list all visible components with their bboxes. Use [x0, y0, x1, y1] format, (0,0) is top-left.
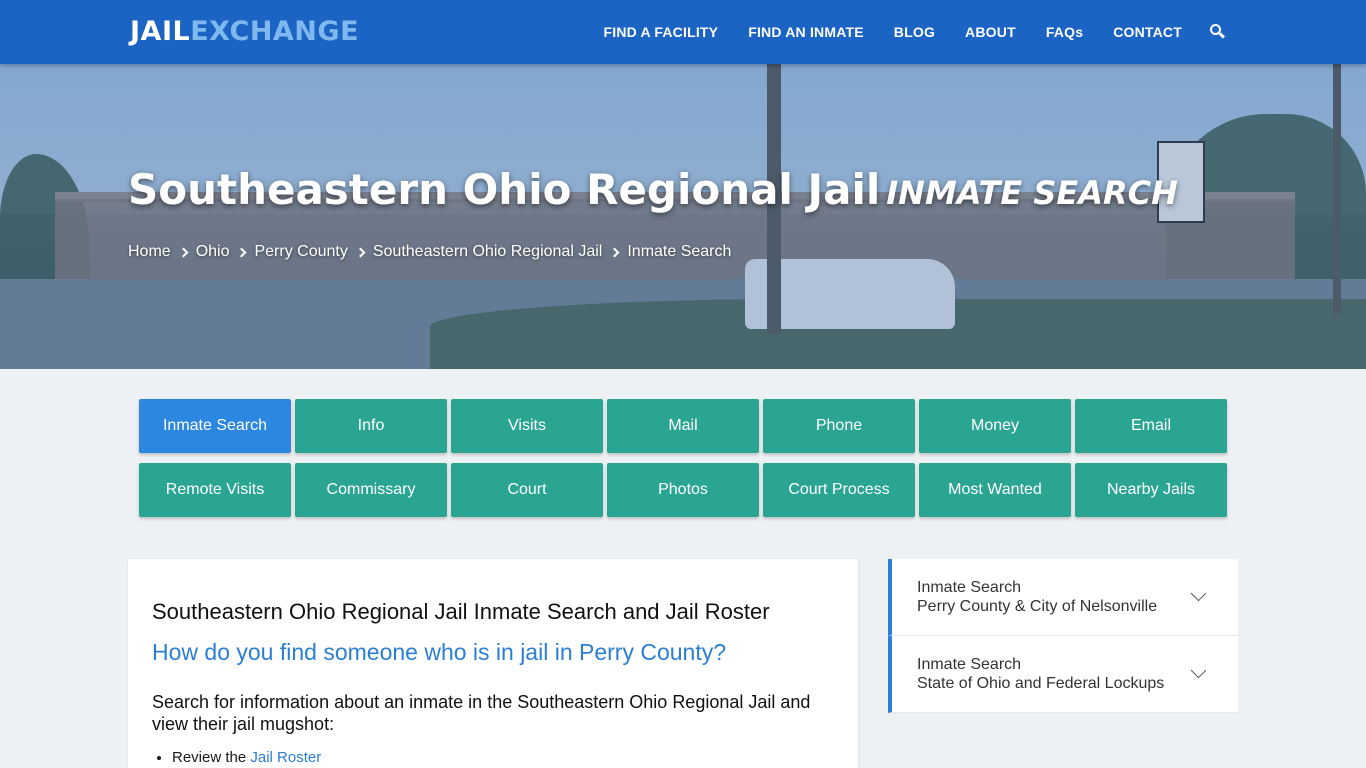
- content-heading: Southeastern Ohio Regional Jail Inmate S…: [152, 599, 770, 624]
- chevron-right-icon: [355, 247, 366, 257]
- breadcrumb-perry-county[interactable]: Perry County: [254, 243, 347, 261]
- breadcrumb-home[interactable]: Home: [128, 243, 171, 261]
- search-icon[interactable]: [1210, 24, 1226, 40]
- breadcrumb: Home Ohio Perry County Southeastern Ohio…: [128, 243, 731, 261]
- accordion-item-state-federal[interactable]: Inmate Search State of Ohio and Federal …: [888, 636, 1238, 713]
- page-title-sub: Inmate Search: [886, 174, 1178, 212]
- button-phone[interactable]: Phone: [763, 399, 915, 453]
- button-court[interactable]: Court: [451, 463, 603, 517]
- nav-find-facility[interactable]: FIND A FACILITY: [603, 24, 718, 40]
- logo-jail: JAIL: [130, 16, 191, 47]
- section-button-grid: Inmate Search Info Visits Mail Phone Mon…: [139, 399, 1227, 517]
- logo-exchange: EXCHANGE: [190, 16, 360, 47]
- button-most-wanted[interactable]: Most Wanted: [919, 463, 1071, 517]
- button-court-process[interactable]: Court Process: [763, 463, 915, 517]
- accordion-title: Inmate Search: [917, 579, 1022, 596]
- button-commissary[interactable]: Commissary: [295, 463, 447, 517]
- accordion-subtitle: Perry County & City of Nelsonville: [917, 598, 1158, 615]
- breadcrumb-ohio[interactable]: Ohio: [196, 243, 230, 261]
- main-content-card: Southeastern Ohio Regional Jail Inmate S…: [128, 559, 858, 768]
- nav-blog[interactable]: BLOG: [894, 24, 935, 40]
- button-remote-visits[interactable]: Remote Visits: [139, 463, 291, 517]
- list-item: Review the Jail Roster: [172, 749, 834, 766]
- jail-roster-link[interactable]: Jail Roster: [250, 749, 321, 766]
- content-intro: Search for information about an inmate i…: [152, 692, 811, 734]
- breadcrumb-jail[interactable]: Southeastern Ohio Regional Jail: [373, 243, 602, 261]
- button-nearby-jails[interactable]: Nearby Jails: [1075, 463, 1227, 517]
- site-logo[interactable]: JAILEXCHANGE: [130, 16, 359, 47]
- main-nav: FIND A FACILITY FIND AN INMATE BLOG ABOU…: [573, 0, 1226, 64]
- hero-overlay: [0, 64, 1366, 369]
- chevron-right-icon: [237, 247, 247, 257]
- button-mail[interactable]: Mail: [607, 399, 759, 453]
- content-list: Review the Jail Roster: [172, 749, 834, 766]
- accordion-subtitle: State of Ohio and Federal Lockups: [917, 675, 1165, 692]
- button-money[interactable]: Money: [919, 399, 1071, 453]
- button-visits[interactable]: Visits: [451, 399, 603, 453]
- sidebar-accordion: Inmate Search Perry County & City of Nel…: [888, 559, 1238, 713]
- nav-about[interactable]: ABOUT: [965, 24, 1016, 40]
- button-info[interactable]: Info: [295, 399, 447, 453]
- chevron-down-icon[interactable]: [1190, 585, 1207, 602]
- nav-find-inmate[interactable]: FIND AN INMATE: [748, 24, 864, 40]
- list-item-text: Review the: [172, 749, 247, 766]
- chevron-down-icon[interactable]: [1190, 662, 1207, 679]
- button-inmate-search[interactable]: Inmate Search: [139, 399, 291, 453]
- chevron-right-icon: [178, 247, 189, 257]
- top-navigation-bar: JAILEXCHANGE FIND A FACILITY FIND AN INM…: [0, 0, 1366, 64]
- breadcrumb-current: Inmate Search: [627, 243, 732, 260]
- nav-faqs[interactable]: FAQs: [1046, 24, 1083, 40]
- page-title-main: Southeastern Ohio Regional Jail: [128, 165, 881, 214]
- button-photos[interactable]: Photos: [607, 463, 759, 517]
- accordion-title: Inmate Search: [917, 656, 1022, 673]
- accordion-item-perry-county[interactable]: Inmate Search Perry County & City of Nel…: [888, 559, 1238, 636]
- chevron-right-icon: [609, 247, 620, 257]
- nav-contact[interactable]: CONTACT: [1113, 24, 1182, 40]
- content-question: How do you find someone who is in jail i…: [152, 639, 727, 665]
- hero-banner: Southeastern Ohio Regional Jail Inmate Se…: [0, 64, 1366, 369]
- button-email[interactable]: Email: [1075, 399, 1227, 453]
- page-title: Southeastern Ohio Regional Jail Inmate Se…: [128, 165, 1178, 214]
